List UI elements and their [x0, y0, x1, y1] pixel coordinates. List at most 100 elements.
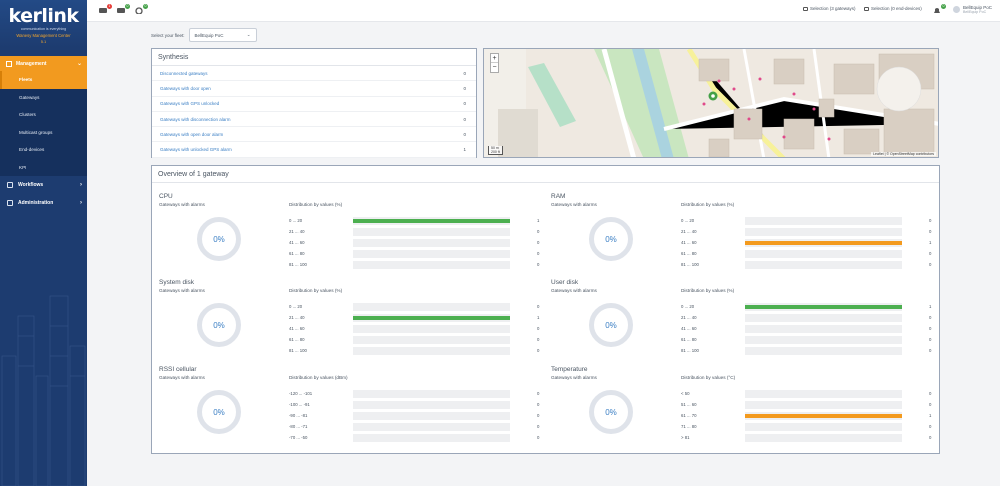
alarm-donut: 0% — [197, 217, 241, 261]
alert-icon[interactable]: 1 — [99, 4, 112, 14]
message-icon[interactable]: 0 — [117, 4, 130, 14]
synthesis-row: Disconnected gateways 0 — [152, 66, 476, 82]
bar-track — [745, 227, 902, 236]
distribution-row: 81 ... 100 0 — [681, 259, 939, 270]
range-count: 0 — [537, 326, 540, 331]
bar-fill — [353, 218, 510, 223]
range-label: 81 ... 100 — [289, 348, 307, 353]
bar-track — [353, 346, 510, 355]
fleet-select[interactable]: BellEquip PoC ⌄ — [188, 28, 257, 42]
bar-track — [745, 238, 902, 247]
range-count: 0 — [537, 304, 540, 309]
user-menu[interactable]: BellEquip PoC BellEquip PoC — [953, 5, 992, 14]
alarm-donut: 0% — [589, 303, 633, 347]
nav-submenu: Fleets Gateways Clusters Multicast group… — [0, 71, 87, 176]
synthesis-row: Gateways with GPS unlocked 0 — [152, 97, 476, 112]
synthesis-link[interactable]: Gateways with GPS unlocked — [160, 101, 219, 106]
bar-track — [353, 313, 510, 322]
distribution-label: Distribution by values (%) — [289, 202, 343, 207]
alarm-donut: 0% — [589, 390, 633, 434]
map-canvas[interactable] — [484, 49, 939, 158]
range-label: 0 ... 20 — [681, 304, 695, 309]
sidebar-item-kpi[interactable]: KPI — [0, 159, 87, 177]
bar-track — [745, 335, 902, 344]
brand-logo[interactable]: kerlink communication is everything Wane… — [0, 0, 87, 48]
distribution-row: < 50 0 — [681, 388, 939, 399]
bar-track — [353, 227, 510, 236]
range-count: 0 — [929, 424, 932, 429]
distribution-bars: -120 ... -101 0 -100 ... -91 0 -90 ... -81 0-… — [289, 388, 547, 443]
range-label: 0 ... 20 — [289, 304, 303, 309]
alert-badge: 1 — [107, 4, 112, 9]
sidebar-item-clusters[interactable]: Clusters — [0, 106, 87, 124]
sidebar-item-gateways[interactable]: Gateways — [0, 89, 87, 107]
distribution-row: -120 ... -101 0 — [289, 388, 547, 399]
range-label: 21 ... 40 — [289, 315, 305, 320]
range-count: 0 — [929, 337, 932, 342]
distribution-row: 0 ... 20 1 — [681, 301, 939, 312]
donut-value: 0% — [605, 407, 617, 417]
bar-fill — [745, 240, 902, 245]
bar-track — [745, 411, 902, 420]
alarms-label: Gateways with alarms — [159, 375, 205, 380]
synthesis-row: Gateways with unlocked GPS alarm 1 — [152, 142, 476, 158]
settings-icon[interactable]: 0 — [135, 4, 148, 15]
zoom-in-button[interactable]: + — [491, 54, 498, 63]
range-label: 61 ... 70 — [681, 413, 697, 418]
range-label: 81 ... 100 — [289, 262, 307, 267]
synthesis-row: Gateways with disconnection alarm 0 — [152, 112, 476, 128]
bar-fill — [745, 304, 902, 309]
sidebar-item-label: Clusters — [19, 112, 36, 118]
sidebar-item-end-devices[interactable]: End-devices — [0, 141, 87, 159]
nav-section-label: Administration — [18, 200, 54, 206]
synthesis-title: Synthesis — [152, 49, 476, 66]
bar-track — [745, 302, 902, 311]
distribution-row: 41 ... 60 0 — [289, 323, 547, 334]
synthesis-link[interactable]: Gateways with disconnection alarm — [160, 117, 231, 122]
distribution-label: Distribution by values (%) — [681, 288, 735, 293]
synthesis-link[interactable]: Gateways with door open — [160, 86, 211, 91]
distribution-row: 81 ... 100 0 — [289, 345, 547, 356]
nav-section-workflows[interactable]: Workflows › — [0, 176, 87, 194]
range-count: 0 — [929, 402, 932, 407]
nav-section-administration[interactable]: Administration › — [0, 194, 87, 212]
range-count: 1 — [537, 218, 540, 223]
map-attribution[interactable]: Leaflet | © OpenStreetMap contributors — [871, 152, 936, 156]
zoom-out-button[interactable]: − — [491, 63, 498, 72]
synthesis-link[interactable]: Gateways with unlocked GPS alarm — [160, 147, 232, 152]
range-label: -70 ... -50 — [289, 435, 308, 440]
distribution-row: 41 ... 60 1 — [681, 237, 939, 248]
alarm-donut: 0% — [197, 303, 241, 347]
distribution-row: -80 ... -71 0 — [289, 421, 547, 432]
range-label: -120 ... -101 — [289, 391, 313, 396]
distribution-row: 0 ... 20 0 — [681, 215, 939, 226]
sidebar-item-label: KPI — [19, 164, 27, 170]
distribution-row: 0 ... 20 0 — [289, 301, 547, 312]
sidebar-item-fleets[interactable]: Fleets — [0, 71, 87, 89]
synthesis-link[interactable]: Disconnected gateways — [160, 71, 208, 76]
distribution-label: Distribution by values (°C) — [681, 375, 736, 380]
bar-track — [745, 400, 902, 409]
bar-track — [745, 422, 902, 431]
distribution-bars: < 50 0 51 ... 60 0 61 ... 70 1 71 ... 80 0 > 81 0 — [681, 388, 939, 443]
notification-bell-icon[interactable]: 0 — [933, 4, 946, 14]
cart-icon — [803, 6, 808, 11]
user-role: BellEquip PoC — [963, 10, 987, 14]
sidebar-item-multicast-groups[interactable]: Multicast groups — [0, 124, 87, 142]
range-count: 0 — [537, 229, 540, 234]
metric-title: CPU — [159, 193, 173, 200]
selection-gateways-button[interactable]: Selection (3 gateways) — [803, 6, 856, 11]
city-skyline-decoration — [1, 295, 86, 486]
range-count: 0 — [929, 218, 932, 223]
metric-title: User disk — [551, 279, 579, 286]
distribution-row: 61 ... 80 0 — [289, 248, 547, 259]
synthesis-link[interactable]: Gateways with open door alarm — [160, 132, 223, 137]
nav-section-management[interactable]: Management ⌄ — [0, 56, 87, 71]
selection-devices-button[interactable]: Selection (0 end-devices) — [864, 6, 922, 11]
range-count: 0 — [929, 348, 932, 353]
synthesis-panel: Synthesis Disconnected gateways 0 Gateways… — [151, 48, 477, 158]
distribution-row: 51 ... 60 0 — [681, 399, 939, 410]
range-label: 51 ... 60 — [681, 402, 697, 407]
map-panel[interactable]: + − 50 m 200 ft Leaflet | © OpenStreetMap… — [483, 48, 939, 158]
distribution-row: 61 ... 80 0 — [681, 248, 939, 259]
